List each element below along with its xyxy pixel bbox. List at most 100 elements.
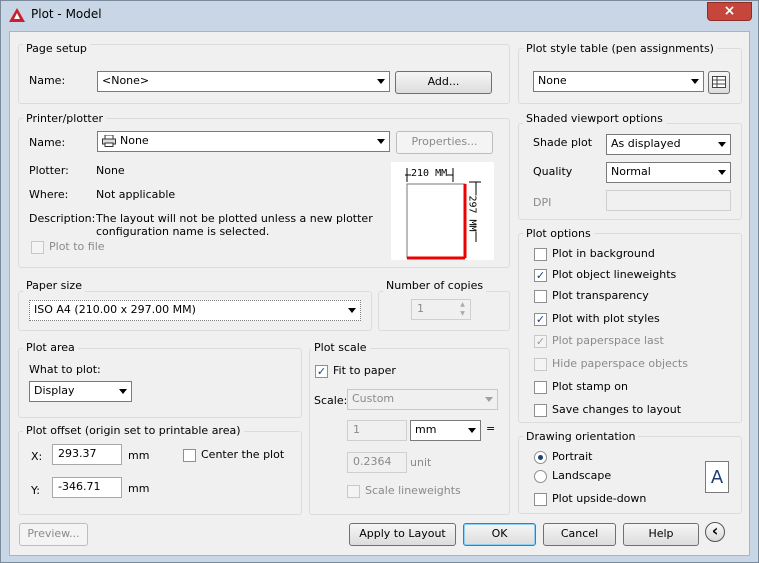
- paper-size-label: Paper size: [23, 279, 85, 292]
- equals-sign: =: [486, 422, 496, 435]
- shade-plot-dropdown[interactable]: As displayed: [606, 134, 731, 155]
- plot-to-file-label: Plot to file: [49, 240, 105, 253]
- option-label: Plot in background: [552, 247, 655, 260]
- option-label: Plot paperspace last: [552, 334, 664, 347]
- plot-style-dropdown[interactable]: None: [533, 71, 704, 92]
- chevron-down-icon: [377, 79, 385, 84]
- option-label: Plot stamp on: [552, 380, 628, 393]
- plot-options-group: [518, 233, 742, 423]
- chevron-down-icon: [377, 139, 385, 144]
- offset-x-unit: mm: [128, 449, 150, 462]
- dialog-body: Page setup Name: <None> Add... Printer/p…: [9, 31, 750, 556]
- edit-plot-style-button[interactable]: [708, 71, 730, 94]
- check-icon: ✓: [534, 269, 547, 282]
- printer-name-value: None: [120, 134, 149, 147]
- chevron-down-icon: [468, 428, 476, 433]
- quality-dropdown[interactable]: Normal: [606, 162, 731, 183]
- copies-spin-up-icon[interactable]: ▲: [456, 301, 469, 309]
- offset-x-label: X:: [31, 450, 43, 463]
- scale-unit-dropdown[interactable]: mm: [410, 420, 481, 441]
- offset-y-unit: mm: [128, 482, 150, 495]
- printer-name-dropdown[interactable]: None: [97, 131, 390, 152]
- number-of-copies-label: Number of copies: [383, 279, 487, 292]
- offset-x-input[interactable]: 293.37: [52, 444, 122, 465]
- paper-size-value: ISO A4 (210.00 x 297.00 MM): [34, 303, 196, 316]
- printer-icon: [102, 135, 116, 147]
- page-setup-name-value: <None>: [102, 74, 150, 87]
- portrait-label: Portrait: [552, 450, 593, 463]
- scale-unit-value: mm: [415, 423, 437, 436]
- scale-paper-units-input[interactable]: 1: [347, 420, 407, 441]
- chevron-down-icon: [348, 308, 356, 313]
- center-the-plot-label: Center the plot: [201, 448, 285, 461]
- printer-name-label: Name:: [29, 136, 66, 149]
- add-page-setup-button[interactable]: Add...: [395, 71, 492, 94]
- plot-area-label: Plot area: [23, 341, 78, 354]
- page-setup-name-label: Name:: [29, 74, 66, 87]
- table-edit-icon: [712, 76, 726, 88]
- plot-scale-label: Plot scale: [311, 341, 370, 354]
- scale-unit-label: unit: [410, 456, 432, 469]
- cancel-button[interactable]: Cancel: [543, 523, 616, 546]
- check-icon: ✓: [534, 335, 547, 348]
- chevron-down-icon: [718, 142, 726, 147]
- chevron-left-icon: ‹: [711, 521, 719, 540]
- collapse-options-button[interactable]: ‹: [705, 522, 725, 542]
- where-label: Where:: [29, 188, 69, 201]
- offset-y-label: Y:: [31, 484, 40, 497]
- title-bar[interactable]: Plot - Model ×: [1, 1, 758, 29]
- chevron-down-icon: [691, 79, 699, 84]
- scale-lineweights-label: Scale lineweights: [365, 484, 461, 497]
- what-to-plot-label: What to plot:: [29, 363, 101, 376]
- plotter-value: None: [96, 164, 125, 177]
- chevron-down-icon: [485, 397, 493, 402]
- where-value: Not applicable: [96, 188, 176, 201]
- what-to-plot-dropdown[interactable]: Display: [29, 381, 132, 402]
- option-label: Plot with plot styles: [552, 312, 660, 325]
- option-label: Plot object lineweights: [552, 268, 677, 281]
- properties-button[interactable]: Properties...: [396, 131, 493, 154]
- plotter-label: Plotter:: [29, 164, 69, 177]
- chevron-down-icon: [718, 170, 726, 175]
- paper-size-dropdown[interactable]: ISO A4 (210.00 x 297.00 MM): [29, 300, 361, 321]
- what-to-plot-value: Display: [34, 384, 75, 397]
- copies-value: 1: [417, 302, 424, 315]
- orientation-letter: A: [710, 467, 724, 488]
- printer-plotter-label: Printer/plotter: [23, 112, 106, 125]
- check-icon: ✓: [315, 365, 328, 378]
- page-setup-label: Page setup: [23, 42, 90, 55]
- copies-spin-down-icon[interactable]: ▼: [456, 310, 469, 318]
- description-line-2: configuration name is selected.: [96, 225, 270, 238]
- plot-options-label: Plot options: [523, 227, 594, 240]
- fit-to-paper-label: Fit to paper: [333, 364, 396, 377]
- drawing-orientation-label: Drawing orientation: [523, 430, 639, 443]
- plot-offset-label: Plot offset (origin set to printable are…: [23, 424, 244, 437]
- paper-preview: 210 MM 297 MM: [391, 162, 494, 260]
- page-setup-name-dropdown[interactable]: <None>: [97, 71, 390, 92]
- scale-label: Scale:: [314, 394, 348, 407]
- scale-value: Custom: [352, 392, 395, 405]
- scale-drawing-units-input[interactable]: 0.2364: [347, 452, 407, 473]
- help-button[interactable]: Help: [623, 523, 699, 546]
- shade-plot-value: As displayed: [611, 137, 681, 150]
- plot-style-value: None: [538, 74, 567, 87]
- orientation-page-icon: A: [705, 461, 729, 493]
- autocad-logo-icon: [9, 8, 25, 22]
- dpi-label: DPI: [533, 196, 552, 209]
- quality-label: Quality: [533, 165, 573, 178]
- plot-upside-down-label: Plot upside-down: [552, 492, 647, 505]
- plot-style-table-label: Plot style table (pen assignments): [523, 42, 717, 55]
- dpi-input[interactable]: [606, 190, 731, 211]
- apply-to-layout-button[interactable]: Apply to Layout: [349, 523, 456, 546]
- copies-input[interactable]: 1 ▲ ▼: [411, 299, 471, 320]
- description-label: Description:: [29, 212, 96, 225]
- plot-dialog: Plot - Model × Page setup Name: <None> A…: [0, 0, 759, 563]
- landscape-label: Landscape: [552, 469, 612, 482]
- scale-dropdown[interactable]: Custom: [347, 389, 498, 410]
- option-label: Plot transparency: [552, 289, 649, 302]
- description-line-1: The layout will not be plotted unless a …: [96, 212, 373, 225]
- close-button[interactable]: ×: [707, 2, 752, 21]
- offset-y-input[interactable]: -346.71: [52, 477, 122, 498]
- ok-button[interactable]: OK: [463, 523, 536, 546]
- preview-button[interactable]: Preview...: [19, 523, 88, 546]
